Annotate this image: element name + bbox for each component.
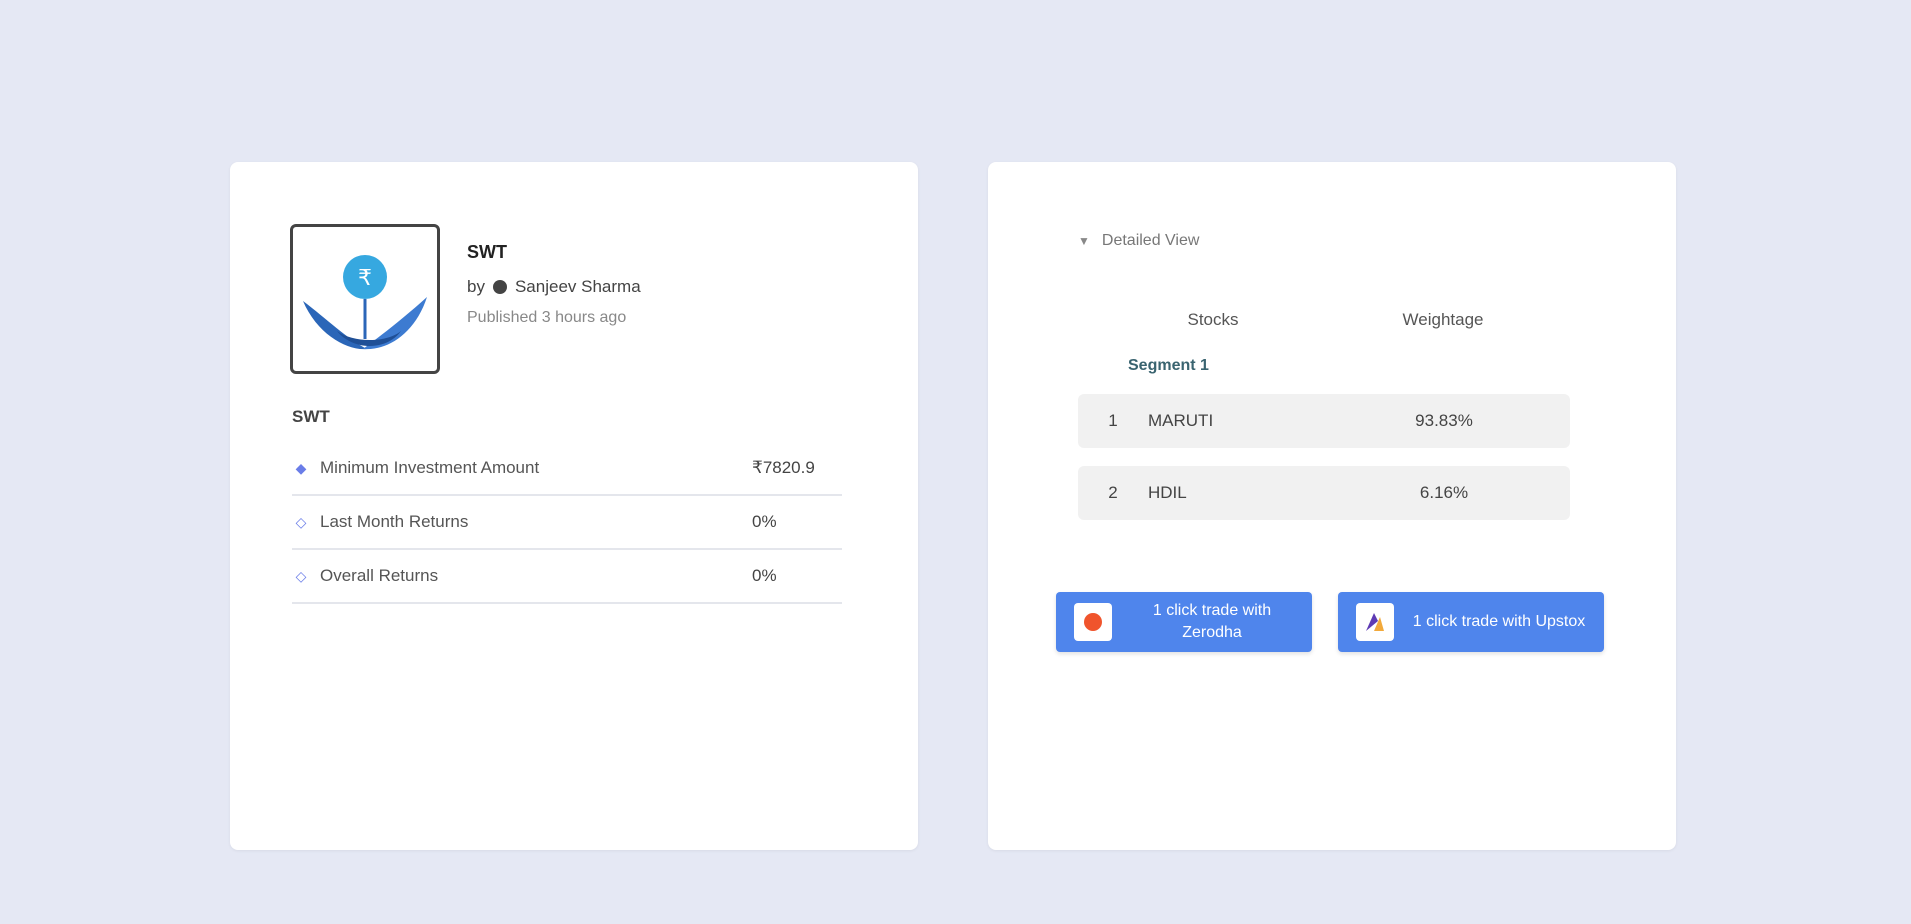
published-time: Published 3 hours ago [467, 309, 627, 326]
detailed-view-toggle[interactable]: ▼ Detailed View [1078, 232, 1199, 250]
stat-label: Minimum Investment Amount [320, 458, 540, 477]
plan-author: by Sanjeev Sharma [467, 277, 641, 297]
trade-zerodha-label: 1 click trade with Zerodha [1152, 602, 1272, 641]
avatar [492, 280, 507, 294]
stat-value: ₹7820.9 [752, 458, 815, 477]
trade-upstox-button[interactable]: 1 click trade with Upstox [1338, 592, 1604, 652]
plan-logo: ₹ [290, 224, 440, 374]
chevron-down-icon: ▼ [1078, 234, 1090, 248]
trend-icon: ◇ [295, 567, 307, 584]
column-weightage: Weightage [1402, 310, 1484, 329]
author-prefix: by [467, 277, 485, 296]
table-row: 2 HDIL 6.16% [1078, 466, 1570, 520]
stat-row-overall: ◇ Overall Returns 0% [292, 550, 842, 604]
row-index: 1 [1108, 411, 1118, 430]
trade-zerodha-button[interactable]: 1 click trade with Zerodha [1056, 592, 1312, 652]
row-symbol: HDIL [1148, 483, 1187, 502]
stat-row-min-investment: ◆ Minimum Investment Amount ₹7820.9 [292, 442, 842, 496]
author-name[interactable]: Sanjeev Sharma [515, 277, 641, 297]
detailed-view-label: Detailed View [1101, 232, 1200, 249]
stat-label: Overall Returns [320, 566, 439, 585]
svg-text:₹: ₹ [358, 266, 372, 291]
plan-subtitle: SWT [292, 407, 330, 426]
zerodha-logo-icon [1074, 603, 1112, 641]
row-weight: 6.16% [1419, 483, 1469, 502]
plan-stats: ◆ Minimum Investment Amount ₹7820.9 ◇ La… [292, 442, 842, 604]
plan-title: SWT [467, 242, 507, 262]
stat-value: 0% [752, 566, 777, 585]
row-index: 2 [1108, 483, 1118, 502]
holdings-table-header: Stocks Weightage [1078, 310, 1558, 330]
plan-card: ₹ SWT by Sanjeev Sharma Published 3 hour… [230, 162, 918, 850]
plant-logo-icon: ₹ [303, 255, 427, 350]
plan-info: SWT by Sanjeev Sharma Published 3 hours … [467, 242, 641, 327]
stat-value: 0% [752, 512, 777, 531]
holdings-card: ▼ Detailed View Stocks Weightage Segment… [988, 162, 1676, 850]
column-stocks: Stocks [1187, 310, 1239, 329]
row-weight: 93.83% [1415, 411, 1473, 430]
trade-upstox-label: 1 click trade with Upstox [1412, 613, 1586, 630]
trend-icon: ◇ [295, 513, 307, 530]
holdings-table: 1 MARUTI 93.83% 2 HDIL 6.16% [1078, 394, 1570, 538]
row-symbol: MARUTI [1148, 411, 1214, 430]
upstox-logo-icon [1356, 603, 1394, 641]
table-row: 1 MARUTI 93.83% [1078, 394, 1570, 448]
info-icon: ◆ [295, 459, 307, 476]
segment-label: Segment 1 [1128, 357, 1209, 374]
stat-label: Last Month Returns [320, 512, 469, 531]
stat-row-last-month: ◇ Last Month Returns 0% [292, 496, 842, 550]
